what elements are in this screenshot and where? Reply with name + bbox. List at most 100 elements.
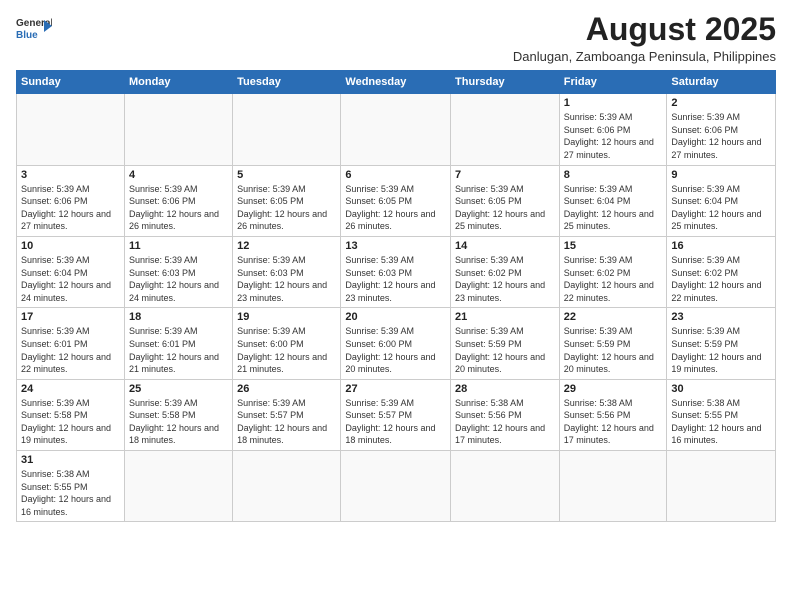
day-info: Sunrise: 5:39 AM Sunset: 6:02 PM Dayligh… <box>671 254 771 304</box>
day-info: Sunrise: 5:39 AM Sunset: 5:59 PM Dayligh… <box>455 325 555 375</box>
day-number: 22 <box>564 311 663 323</box>
day-info: Sunrise: 5:39 AM Sunset: 6:04 PM Dayligh… <box>21 254 120 304</box>
day-number: 20 <box>345 311 446 323</box>
day-number: 16 <box>671 240 771 252</box>
day-info: Sunrise: 5:39 AM Sunset: 5:57 PM Dayligh… <box>237 397 336 447</box>
table-row: 18 Sunrise: 5:39 AM Sunset: 6:01 PM Dayli… <box>124 308 232 379</box>
table-row <box>559 451 667 522</box>
day-info: Sunrise: 5:39 AM Sunset: 5:59 PM Dayligh… <box>671 325 771 375</box>
day-info: Sunrise: 5:39 AM Sunset: 6:00 PM Dayligh… <box>345 325 446 375</box>
day-number: 18 <box>129 311 228 323</box>
day-number: 28 <box>455 383 555 395</box>
day-info: Sunrise: 5:39 AM Sunset: 6:05 PM Dayligh… <box>237 183 336 233</box>
table-row: 16 Sunrise: 5:39 AM Sunset: 6:02 PM Dayli… <box>667 236 776 307</box>
header: General Blue August 2025 Danlugan, Zambo… <box>16 12 776 64</box>
day-number: 19 <box>237 311 336 323</box>
table-row: 28 Sunrise: 5:38 AM Sunset: 5:56 PM Dayli… <box>451 379 560 450</box>
table-row <box>17 94 125 165</box>
col-thursday: Thursday <box>451 71 560 94</box>
table-row <box>341 94 451 165</box>
calendar-week-row: 31Sunrise: 5:38 AM Sunset: 5:55 PM Dayli… <box>17 451 776 522</box>
table-row: 20 Sunrise: 5:39 AM Sunset: 6:00 PM Dayli… <box>341 308 451 379</box>
logo: General Blue <box>16 12 52 48</box>
calendar-table: Sunday Monday Tuesday Wednesday Thursday… <box>16 70 776 522</box>
day-info: Sunrise: 5:39 AM Sunset: 6:06 PM Dayligh… <box>671 111 771 161</box>
day-number: 29 <box>564 383 663 395</box>
calendar-week-row: 24Sunrise: 5:39 AM Sunset: 5:58 PM Dayli… <box>17 379 776 450</box>
day-info: Sunrise: 5:39 AM Sunset: 6:06 PM Dayligh… <box>21 183 120 233</box>
table-row: 24Sunrise: 5:39 AM Sunset: 5:58 PM Dayli… <box>17 379 125 450</box>
day-info: Sunrise: 5:38 AM Sunset: 5:55 PM Dayligh… <box>671 397 771 447</box>
table-row: 29 Sunrise: 5:38 AM Sunset: 5:56 PM Dayli… <box>559 379 667 450</box>
day-info: Sunrise: 5:39 AM Sunset: 6:01 PM Dayligh… <box>129 325 228 375</box>
day-info: Sunrise: 5:39 AM Sunset: 6:05 PM Dayligh… <box>345 183 446 233</box>
day-number: 27 <box>345 383 446 395</box>
day-number: 25 <box>129 383 228 395</box>
table-row: 9Sunrise: 5:39 AM Sunset: 6:04 PM Daylig… <box>667 165 776 236</box>
table-row <box>124 451 232 522</box>
table-row: 8 Sunrise: 5:39 AM Sunset: 6:04 PM Daylig… <box>559 165 667 236</box>
table-row: 3 Sunrise: 5:39 AM Sunset: 6:06 PM Daylig… <box>17 165 125 236</box>
day-number: 4 <box>129 169 228 181</box>
day-info: Sunrise: 5:39 AM Sunset: 5:58 PM Dayligh… <box>21 397 120 447</box>
col-friday: Friday <box>559 71 667 94</box>
day-info: Sunrise: 5:39 AM Sunset: 6:03 PM Dayligh… <box>345 254 446 304</box>
table-row: 23 Sunrise: 5:39 AM Sunset: 5:59 PM Dayli… <box>667 308 776 379</box>
col-saturday: Saturday <box>667 71 776 94</box>
calendar-week-row: 10Sunrise: 5:39 AM Sunset: 6:04 PM Dayli… <box>17 236 776 307</box>
table-row: 4Sunrise: 5:39 AM Sunset: 6:06 PM Daylig… <box>124 165 232 236</box>
day-number: 14 <box>455 240 555 252</box>
col-monday: Monday <box>124 71 232 94</box>
logo-icon: General Blue <box>16 12 52 48</box>
day-number: 6 <box>345 169 446 181</box>
day-number: 9 <box>671 169 771 181</box>
day-number: 13 <box>345 240 446 252</box>
day-number: 2 <box>671 97 771 109</box>
day-number: 26 <box>237 383 336 395</box>
col-tuesday: Tuesday <box>233 71 341 94</box>
day-info: Sunrise: 5:39 AM Sunset: 6:05 PM Dayligh… <box>455 183 555 233</box>
table-row <box>667 451 776 522</box>
page: General Blue August 2025 Danlugan, Zambo… <box>0 0 792 612</box>
table-row: 21Sunrise: 5:39 AM Sunset: 5:59 PM Dayli… <box>451 308 560 379</box>
svg-text:Blue: Blue <box>16 30 38 41</box>
day-number: 3 <box>21 169 120 181</box>
table-row: 17Sunrise: 5:39 AM Sunset: 6:01 PM Dayli… <box>17 308 125 379</box>
table-row: 31Sunrise: 5:38 AM Sunset: 5:55 PM Dayli… <box>17 451 125 522</box>
calendar-week-row: 17Sunrise: 5:39 AM Sunset: 6:01 PM Dayli… <box>17 308 776 379</box>
col-wednesday: Wednesday <box>341 71 451 94</box>
table-row: 5Sunrise: 5:39 AM Sunset: 6:05 PM Daylig… <box>233 165 341 236</box>
table-row <box>124 94 232 165</box>
table-row: 6 Sunrise: 5:39 AM Sunset: 6:05 PM Daylig… <box>341 165 451 236</box>
day-info: Sunrise: 5:39 AM Sunset: 6:04 PM Dayligh… <box>564 183 663 233</box>
day-info: Sunrise: 5:39 AM Sunset: 5:59 PM Dayligh… <box>564 325 663 375</box>
day-number: 8 <box>564 169 663 181</box>
table-row: 14 Sunrise: 5:39 AM Sunset: 6:02 PM Dayli… <box>451 236 560 307</box>
title-block: August 2025 Danlugan, Zamboanga Peninsul… <box>513 12 776 64</box>
day-info: Sunrise: 5:39 AM Sunset: 6:00 PM Dayligh… <box>237 325 336 375</box>
table-row: 10Sunrise: 5:39 AM Sunset: 6:04 PM Dayli… <box>17 236 125 307</box>
main-title: August 2025 <box>513 12 776 47</box>
col-sunday: Sunday <box>17 71 125 94</box>
calendar-week-row: 3 Sunrise: 5:39 AM Sunset: 6:06 PM Daylig… <box>17 165 776 236</box>
day-info: Sunrise: 5:38 AM Sunset: 5:56 PM Dayligh… <box>564 397 663 447</box>
table-row: 15Sunrise: 5:39 AM Sunset: 6:02 PM Dayli… <box>559 236 667 307</box>
day-info: Sunrise: 5:39 AM Sunset: 6:02 PM Dayligh… <box>455 254 555 304</box>
day-info: Sunrise: 5:39 AM Sunset: 6:03 PM Dayligh… <box>129 254 228 304</box>
day-number: 7 <box>455 169 555 181</box>
day-info: Sunrise: 5:39 AM Sunset: 6:01 PM Dayligh… <box>21 325 120 375</box>
table-row: 2 Sunrise: 5:39 AM Sunset: 6:06 PM Daylig… <box>667 94 776 165</box>
day-info: Sunrise: 5:38 AM Sunset: 5:55 PM Dayligh… <box>21 468 120 518</box>
day-info: Sunrise: 5:39 AM Sunset: 6:03 PM Dayligh… <box>237 254 336 304</box>
table-row <box>341 451 451 522</box>
day-info: Sunrise: 5:38 AM Sunset: 5:56 PM Dayligh… <box>455 397 555 447</box>
day-info: Sunrise: 5:39 AM Sunset: 5:58 PM Dayligh… <box>129 397 228 447</box>
table-row <box>233 94 341 165</box>
table-row <box>451 94 560 165</box>
table-row: 12Sunrise: 5:39 AM Sunset: 6:03 PM Dayli… <box>233 236 341 307</box>
day-number: 23 <box>671 311 771 323</box>
day-number: 30 <box>671 383 771 395</box>
table-row: 25 Sunrise: 5:39 AM Sunset: 5:58 PM Dayli… <box>124 379 232 450</box>
table-row <box>451 451 560 522</box>
table-row <box>233 451 341 522</box>
